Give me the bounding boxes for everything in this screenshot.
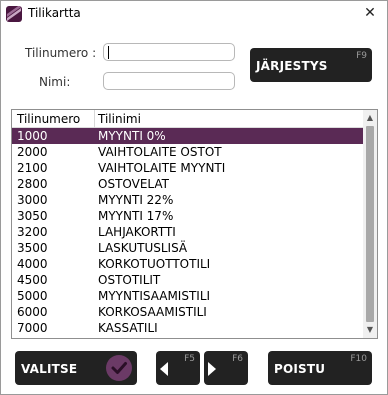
arrow-right-icon (208, 362, 216, 376)
account-name-cell: OSTOTILIT (98, 273, 161, 287)
account-name-cell: LAHJAKORTTI (98, 225, 176, 239)
sort-button[interactable]: JÄRJESTYS F9 (250, 48, 372, 82)
account-name-cell: OSTOVELAT (98, 177, 169, 191)
select-button-label: VALITSE (21, 362, 78, 376)
account-number-input[interactable] (103, 43, 235, 61)
account-number-cell: 2000 (17, 145, 48, 159)
table-row[interactable]: 2100 VAIHTOLAITE MYYNTI (12, 160, 364, 176)
check-icon (106, 355, 132, 381)
table-row[interactable]: 3200 LAHJAKORTTI (12, 224, 364, 240)
column-separator[interactable] (94, 110, 95, 128)
account-number-cell: 2100 (17, 161, 48, 175)
account-number-cell: 5000 (17, 289, 48, 303)
account-number-cell: 4500 (17, 273, 48, 287)
account-list[interactable]: Tilinumero Tilinimi 1000 MYYNTI 0% 2000 VAI… (11, 109, 378, 339)
table-row[interactable]: 4000 KORKOTUOTTOTILI (12, 256, 364, 272)
next-button-fkey: F6 (232, 354, 243, 364)
table-row[interactable]: 3000 MYYNTI 22% (12, 192, 364, 208)
account-name-cell: MYYNTI 0% (98, 129, 166, 143)
app-icon (6, 6, 22, 22)
scroll-up-icon[interactable]: ▲ (365, 113, 375, 123)
select-button[interactable]: VALITSE (15, 351, 137, 385)
account-number-cell: 6000 (17, 305, 48, 319)
name-label: Nimi: (39, 75, 71, 89)
table-row[interactable]: 1000 MYYNTI 0% (12, 128, 364, 144)
table-row[interactable]: 3050 MYYNTI 17% (12, 208, 364, 224)
column-header-account-name[interactable]: Tilinimi (98, 112, 141, 126)
table-row[interactable]: 7000 KASSATILI (12, 320, 364, 336)
tilikartta-window: Tilikartta ✕ Tilinumero : Nimi: JÄRJESTY… (0, 0, 388, 395)
text-caret (108, 46, 109, 59)
scroll-down-icon[interactable]: ▼ (365, 325, 375, 335)
account-number-cell: 4000 (17, 257, 48, 271)
scroll-thumb[interactable] (366, 126, 374, 322)
next-button[interactable]: F6 (204, 351, 248, 385)
table-row[interactable]: 2000 VAIHTOLAITE OSTOT (12, 144, 364, 160)
account-number-cell: 3200 (17, 225, 48, 239)
previous-button[interactable]: F5 (156, 351, 200, 385)
sort-button-fkey: F9 (356, 51, 367, 61)
account-name-cell: LASKUTUSLISÄ (98, 241, 188, 255)
vertical-scrollbar[interactable]: ▲ ▼ (363, 110, 377, 338)
account-name-cell: VAIHTOLAITE OSTOT (98, 145, 222, 159)
window-title: Tilikartta (28, 6, 81, 20)
account-name-cell: MYYNTI 22% (98, 193, 174, 207)
sort-button-label: JÄRJESTYS (256, 59, 328, 73)
account-name-cell: MYYNTI 17% (98, 209, 174, 223)
account-number-cell: 3000 (17, 193, 48, 207)
table-row[interactable]: 4500 OSTOTILIT (12, 272, 364, 288)
table-row[interactable]: 3500 LASKUTUSLISÄ (12, 240, 364, 256)
account-name-cell: MYYNTISAAMISTILI (98, 289, 211, 303)
list-rows: 1000 MYYNTI 0% 2000 VAIHTOLAITE OSTOT 2100 VA… (12, 128, 364, 336)
exit-button-label: POISTU (274, 362, 326, 376)
exit-button-fkey: F10 (350, 354, 367, 364)
exit-button[interactable]: POISTU F10 (268, 351, 372, 385)
account-number-cell: 1000 (17, 129, 48, 143)
table-row[interactable]: 6000 KORKOSAAMISTILI (12, 304, 364, 320)
account-number-cell: 3050 (17, 209, 48, 223)
account-number-label: Tilinumero : (25, 46, 97, 60)
account-number-cell: 7000 (17, 321, 48, 335)
arrow-left-icon (160, 362, 168, 376)
account-name-cell: KORKOTUOTTOTILI (98, 257, 211, 271)
account-name-cell: VAIHTOLAITE MYYNTI (98, 161, 226, 175)
table-row[interactable]: 5000 MYYNTISAAMISTILI (12, 288, 364, 304)
table-row[interactable]: 2800 OSTOVELAT (12, 176, 364, 192)
account-name-cell: KASSATILI (98, 321, 158, 335)
close-icon[interactable]: ✕ (357, 2, 383, 24)
title-bar: Tilikartta ✕ (1, 1, 387, 27)
list-header: Tilinumero Tilinimi (12, 110, 364, 128)
account-number-cell: 3500 (17, 241, 48, 255)
account-name-cell: KORKOSAAMISTILI (98, 305, 207, 319)
column-header-account-number[interactable]: Tilinumero (17, 112, 80, 126)
previous-button-fkey: F5 (184, 354, 195, 364)
name-input[interactable] (103, 72, 235, 90)
account-number-cell: 2800 (17, 177, 48, 191)
